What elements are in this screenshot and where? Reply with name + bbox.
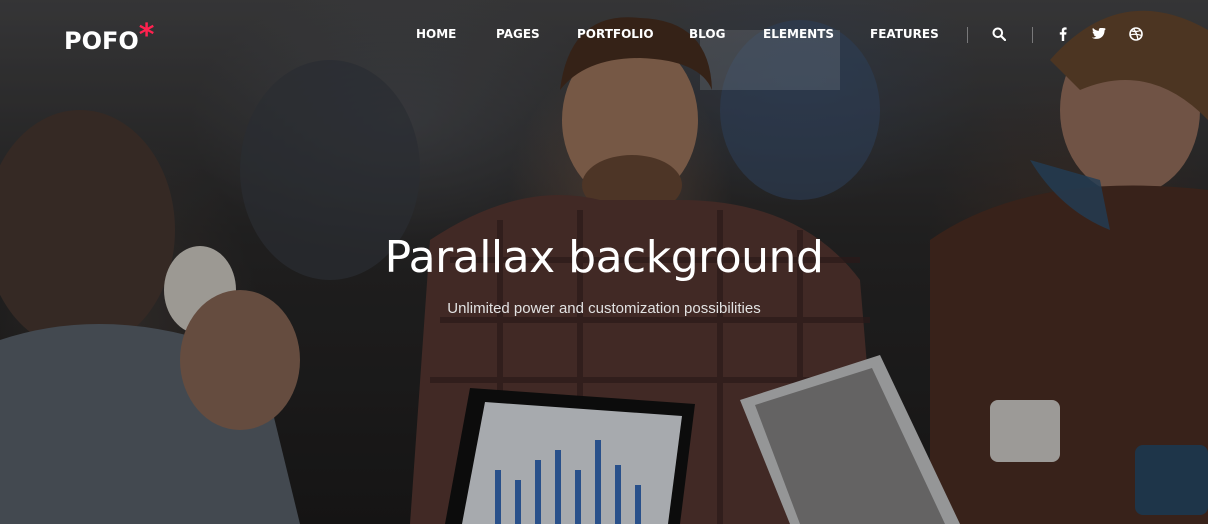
dribbble-icon[interactable] (1128, 26, 1144, 42)
logo-text: POFO (64, 27, 139, 55)
nav-divider (1032, 27, 1033, 43)
menu-item-pages[interactable]: PAGES (496, 27, 540, 41)
top-navigation: POFO* HOME PAGES PORTFOLIO BLOG ELEMENTS… (0, 0, 1208, 70)
hero-title: Parallax background (384, 232, 824, 283)
nav-divider (967, 27, 968, 43)
twitter-icon[interactable] (1091, 26, 1107, 42)
menu-item-features[interactable]: FEATURES (870, 27, 939, 41)
logo-asterisk: * (138, 18, 155, 53)
facebook-icon[interactable] (1055, 26, 1071, 42)
menu-item-blog[interactable]: BLOG (689, 27, 725, 41)
menu-item-home[interactable]: HOME (416, 27, 456, 41)
menu-item-elements[interactable]: ELEMENTS (763, 27, 834, 41)
hero-subtitle: Unlimited power and customization possib… (447, 300, 761, 317)
menu-item-portfolio[interactable]: PORTFOLIO (577, 27, 654, 41)
logo[interactable]: POFO* (64, 18, 155, 57)
search-icon[interactable] (991, 26, 1007, 42)
hero-section: POFO* HOME PAGES PORTFOLIO BLOG ELEMENTS… (0, 0, 1208, 524)
